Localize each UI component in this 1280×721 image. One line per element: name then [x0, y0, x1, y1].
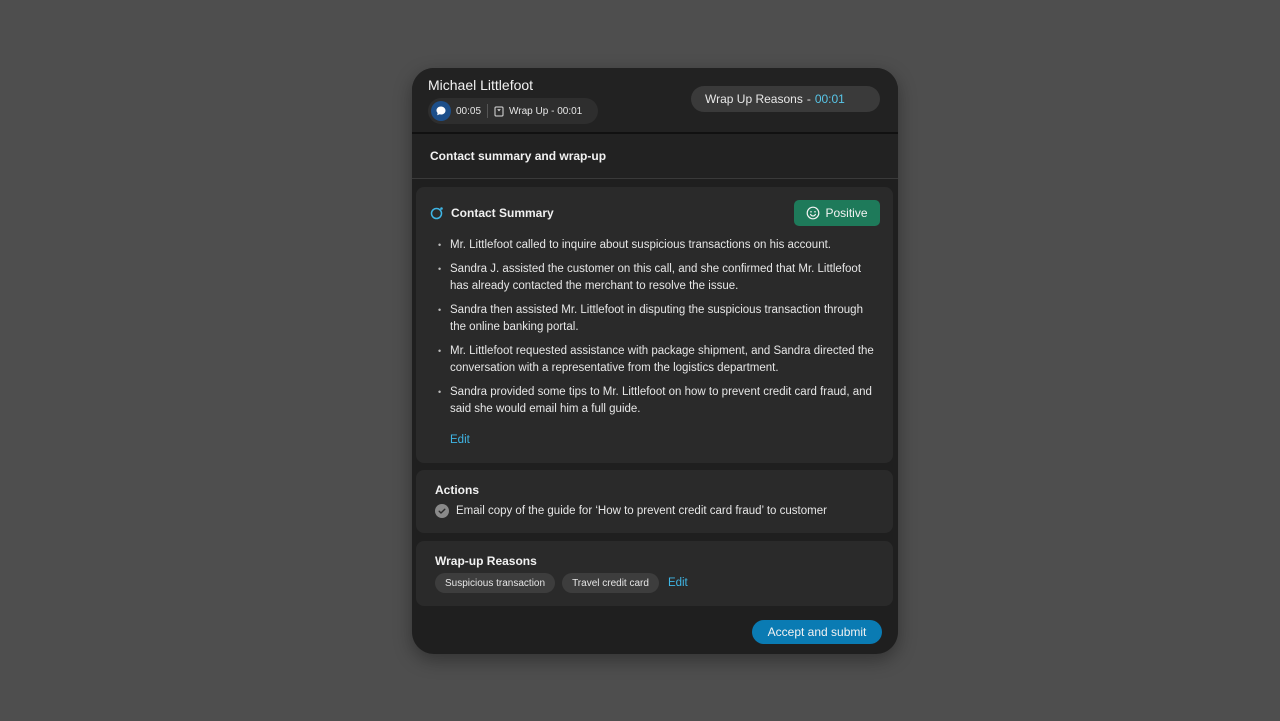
wrapup-timer-label: Wrap Up - 00:01 — [509, 105, 583, 117]
wrapup-timer-icon — [494, 106, 504, 117]
summary-item: Mr. Littlefoot requested assistance with… — [436, 343, 876, 377]
actions-section: Actions Email copy of the guide for ‘How… — [416, 470, 893, 533]
sentiment-label: Positive — [825, 206, 868, 220]
customer-name: Michael Littlefoot — [428, 77, 534, 93]
summary-heading-row: Contact Summary — [430, 206, 554, 220]
sentiment-badge: Positive — [794, 200, 880, 226]
wrap-reasons-label: Wrap Up Reasons — [705, 92, 803, 106]
smiley-icon — [807, 206, 820, 220]
chat-icon — [431, 101, 451, 121]
summary-item: Sandra then assisted Mr. Littlefoot in d… — [436, 302, 876, 336]
summary-item: Sandra provided some tips to Mr. Littlef… — [436, 384, 876, 418]
summary-heading: Contact Summary — [451, 206, 554, 220]
card-header: Michael Littlefoot 00:05 Wrap Up - 00:01… — [412, 68, 898, 134]
page-title: Contact summary and wrap-up — [412, 134, 898, 179]
summary-item: Mr. Littlefoot called to inquire about s… — [436, 237, 876, 254]
ai-summary-icon — [430, 207, 443, 220]
actions-heading: Actions — [435, 483, 480, 497]
wrapup-chip-row: Suspicious transaction Travel credit car… — [435, 573, 688, 593]
edit-reasons-link[interactable]: Edit — [668, 577, 688, 589]
pill-divider — [487, 104, 489, 118]
check-circle-icon — [435, 504, 449, 518]
contact-timer-pill: 00:05 Wrap Up - 00:01 — [428, 98, 598, 124]
wrap-reasons-countdown: 00:01 — [814, 92, 845, 106]
summary-item: Sandra J. assisted the customer on this … — [436, 261, 876, 295]
wrapup-card: Michael Littlefoot 00:05 Wrap Up - 00:01… — [412, 68, 898, 654]
contact-summary-section: Contact Summary Positive Mr. Littlefoot … — [416, 187, 893, 463]
edit-summary-link[interactable]: Edit — [450, 434, 470, 446]
wrapup-reasons-section: Wrap-up Reasons Suspicious transaction T… — [416, 541, 893, 606]
reason-chip[interactable]: Travel credit card — [562, 573, 659, 593]
wrapup-heading: Wrap-up Reasons — [435, 554, 537, 568]
action-item-text: Email copy of the guide for ‘How to prev… — [456, 505, 827, 517]
wrap-reasons-timer: Wrap Up Reasons - 00:01 — [691, 86, 880, 112]
reason-chip[interactable]: Suspicious transaction — [435, 573, 556, 593]
action-item: Email copy of the guide for ‘How to prev… — [435, 504, 827, 518]
chat-duration: 00:05 — [456, 105, 482, 117]
accept-submit-button[interactable]: Accept and submit — [752, 620, 882, 644]
summary-list: Mr. Littlefoot called to inquire about s… — [436, 237, 876, 425]
wrap-reasons-separator: - — [806, 92, 811, 106]
